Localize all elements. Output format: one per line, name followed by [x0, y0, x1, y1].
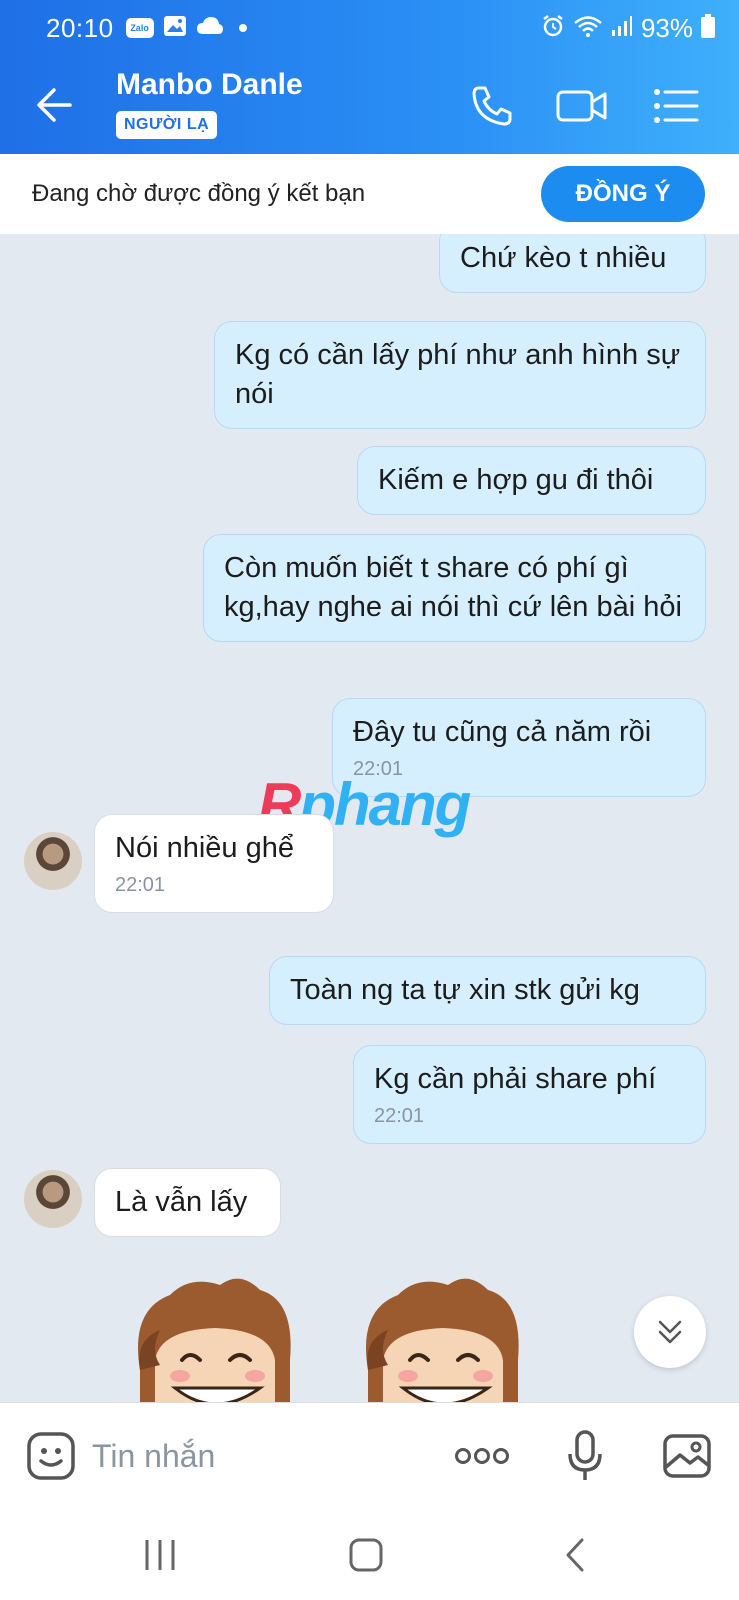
- chevron-left-icon: [566, 1538, 584, 1572]
- smiley-icon: [27, 1432, 75, 1480]
- recent-apps-button[interactable]: [130, 1530, 190, 1580]
- send-image-button[interactable]: [660, 1429, 714, 1483]
- more-notifications-dot: [238, 24, 247, 32]
- status-notification-icons: Zalo: [125, 15, 247, 42]
- home-square-icon: [349, 1538, 383, 1572]
- message-bubble-out[interactable]: Kg cần phải share phí 22:01: [353, 1045, 706, 1144]
- battery-percent: 93%: [640, 12, 693, 43]
- message-composer: [0, 1402, 739, 1508]
- wifi-icon: [573, 14, 603, 43]
- double-chevron-down-icon: [658, 1320, 682, 1344]
- message-bubble-out[interactable]: Chứ kèo t nhiều: [439, 234, 706, 293]
- zalo-notification-icon: Zalo: [125, 18, 154, 38]
- image-icon: [663, 1434, 711, 1478]
- message-text: Là vẫn lấy: [115, 1186, 248, 1218]
- chat-options-button[interactable]: [650, 80, 702, 132]
- arrow-left-icon: [37, 88, 72, 122]
- signal-icon: [611, 15, 633, 42]
- message-bubble-out[interactable]: Toàn ng ta tự xin stk gửi kg: [269, 956, 706, 1025]
- system-navigation-bar: [0, 1508, 739, 1600]
- phone-icon: [472, 86, 512, 126]
- contact-avatar[interactable]: [24, 832, 82, 890]
- emoji-button[interactable]: [24, 1429, 78, 1483]
- system-back-button[interactable]: [546, 1530, 606, 1580]
- message-text: Nói nhiều ghể: [115, 832, 294, 864]
- message-text: Toàn ng ta tự xin stk gửi kg: [290, 974, 640, 1006]
- status-bar: 20:10 Zalo 93%: [0, 0, 739, 56]
- message-text: Chứ kèo t nhiều: [460, 242, 667, 274]
- accept-friend-button[interactable]: ĐỒNG Ý: [541, 166, 705, 222]
- message-text: Kg có cần lấy phí như anh hình sự nói: [235, 339, 681, 410]
- more-options-button[interactable]: [454, 1429, 510, 1483]
- laughing-sticker[interactable]: [348, 1270, 538, 1402]
- voice-message-button[interactable]: [558, 1429, 612, 1483]
- scroll-to-bottom-button[interactable]: [634, 1296, 706, 1368]
- friend-request-text: Đang chờ được đồng ý kết bạn: [32, 180, 366, 207]
- message-time: 22:01: [115, 874, 166, 896]
- message-bubble-out[interactable]: Đây tu cũng cả năm rồi 22:01: [332, 698, 706, 797]
- video-camera-icon: [556, 90, 607, 122]
- alarm-icon: [541, 14, 565, 43]
- message-time: 22:01: [374, 1105, 425, 1127]
- microphone-icon: [568, 1430, 602, 1480]
- chat-messages[interactable]: Chứ kèo t nhiều Kg có cần lấy phí như an…: [0, 234, 739, 1402]
- message-time: 22:01: [353, 758, 404, 780]
- message-text: Còn muốn biết t share có phí gì kg,hay n…: [224, 552, 682, 623]
- battery-icon: [701, 13, 715, 43]
- cloud-notification-icon: [196, 16, 224, 41]
- message-bubble-out[interactable]: Còn muốn biết t share có phí gì kg,hay n…: [203, 534, 706, 642]
- message-bubble-out[interactable]: Kg có cần lấy phí như anh hình sự nói: [214, 321, 706, 429]
- message-text: Kiếm e hợp gu đi thôi: [378, 464, 654, 496]
- message-bubble-out[interactable]: Kiếm e hợp gu đi thôi: [357, 446, 706, 515]
- message-input[interactable]: [92, 1429, 432, 1483]
- message-bubble-in[interactable]: Là vẫn lấy: [94, 1168, 281, 1237]
- status-system-icons: 93%: [541, 13, 715, 44]
- video-call-button[interactable]: [556, 80, 608, 132]
- friend-request-bar: Đang chờ được đồng ý kết bạn ĐỒNG Ý: [0, 154, 739, 234]
- message-bubble-in[interactable]: Nói nhiều ghể 22:01: [94, 814, 334, 913]
- contact-name[interactable]: Manbo Danle: [116, 68, 303, 102]
- message-text: Đây tu cũng cả năm rồi: [353, 716, 652, 748]
- stranger-badge: NGƯỜI LẠ: [116, 111, 218, 139]
- home-button[interactable]: [336, 1530, 396, 1580]
- recent-apps-icon: [145, 1540, 175, 1570]
- message-text: Kg cần phải share phí: [374, 1063, 657, 1095]
- laughing-sticker[interactable]: [120, 1270, 310, 1402]
- list-menu-icon: [654, 89, 699, 123]
- contact-avatar[interactable]: [24, 1170, 82, 1228]
- back-button[interactable]: [30, 82, 80, 128]
- voice-call-button[interactable]: [466, 80, 518, 132]
- chat-header: Manbo Danle NGƯỜI LẠ: [0, 56, 739, 154]
- status-time: 20:10: [46, 12, 114, 43]
- gallery-notification-icon: [163, 15, 187, 42]
- more-dots-icon: [455, 1448, 509, 1464]
